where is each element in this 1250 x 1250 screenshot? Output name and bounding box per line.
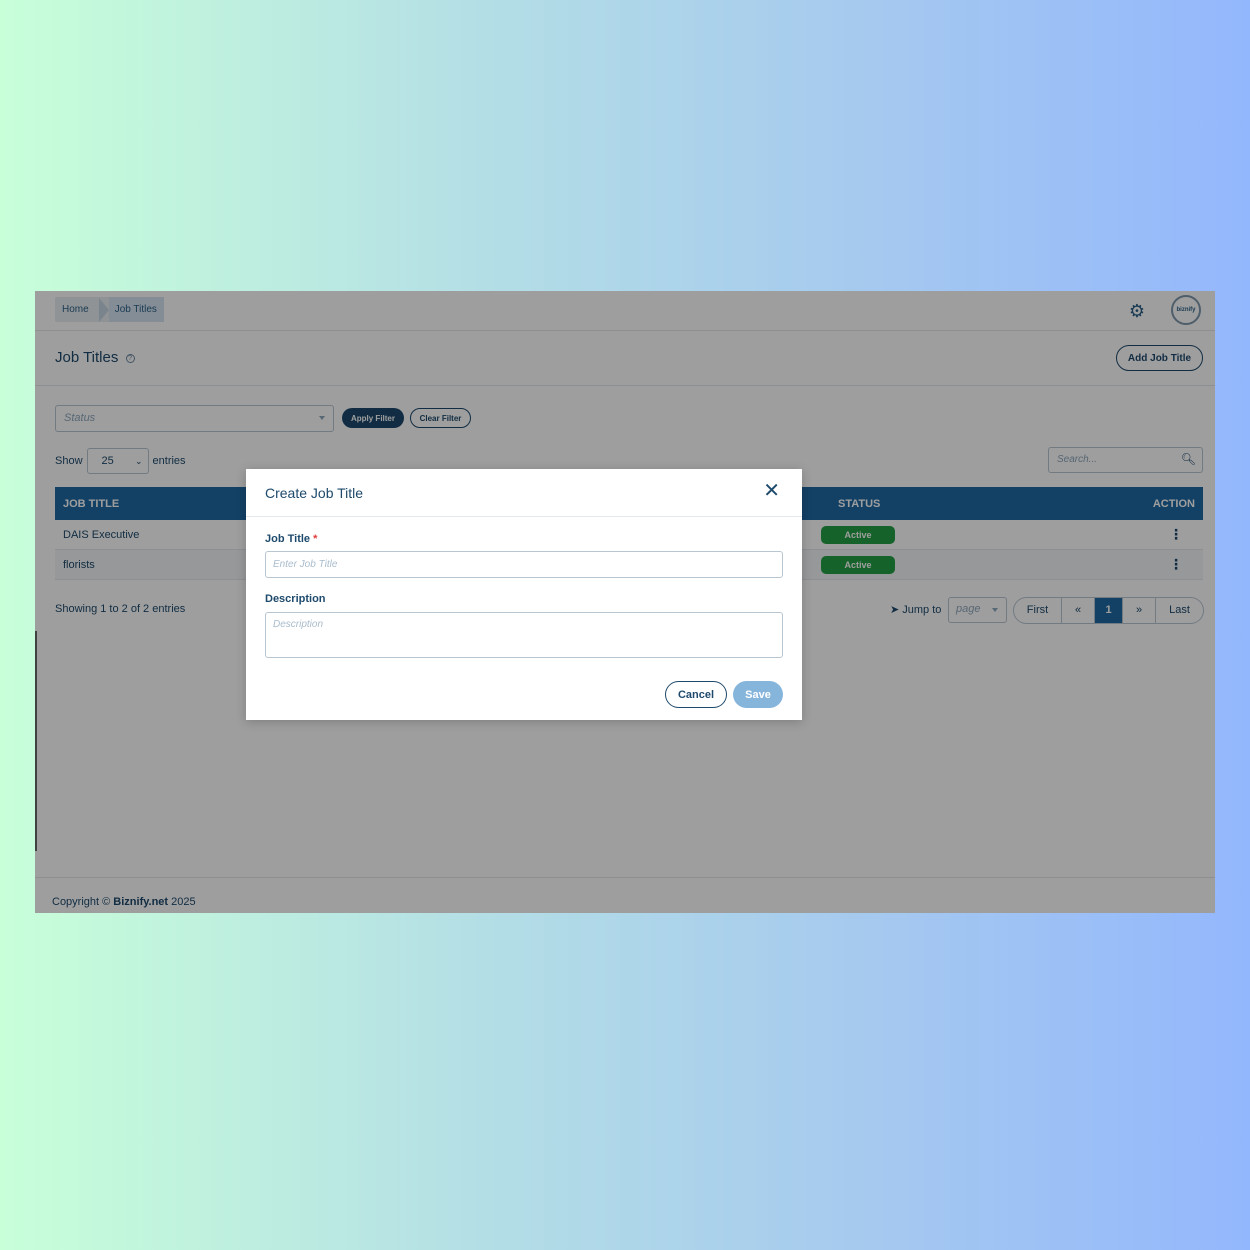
save-button[interactable]: Save: [733, 681, 783, 708]
job-title-label-text: Job Title: [265, 533, 311, 545]
job-title-input[interactable]: [265, 551, 783, 578]
modal-title: Create Job Title: [265, 485, 364, 501]
description-label: Description: [265, 593, 326, 605]
modal-header: Create Job Title ✕: [246, 469, 802, 517]
cancel-button[interactable]: Cancel: [665, 681, 727, 708]
close-icon[interactable]: ✕: [763, 481, 780, 501]
job-title-label: Job Title *: [265, 533, 317, 545]
description-textarea[interactable]: [265, 612, 783, 658]
create-job-title-modal: Create Job Title ✕ Job Title * Descripti…: [246, 469, 802, 720]
required-mark: *: [313, 533, 318, 545]
